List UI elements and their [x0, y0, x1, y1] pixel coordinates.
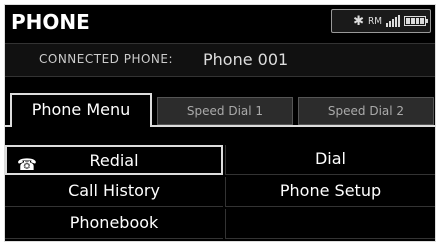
tab-divider-left: [5, 125, 10, 127]
connected-phone-bar: CONNECTED PHONE: Phone 001: [5, 43, 435, 77]
phonebook-label: Phonebook: [69, 213, 159, 232]
phonebook-button[interactable]: Phonebook: [5, 209, 223, 239]
redial-button[interactable]: ☎ Redial: [5, 145, 223, 175]
dial-label: Dial: [314, 149, 346, 168]
tab-speed-dial-2[interactable]: Speed Dial 2: [298, 97, 434, 125]
menu-row: ☎ Redial Dial: [5, 145, 435, 175]
phone-setup-label: Phone Setup: [279, 181, 382, 200]
roaming-indicator: RM: [367, 15, 382, 27]
bluetooth-icon: ✱: [353, 13, 364, 29]
connected-phone-name: Phone 001: [203, 50, 289, 69]
phone-setup-button[interactable]: Phone Setup: [225, 177, 435, 207]
call-history-button[interactable]: Call History: [5, 177, 223, 207]
menu-row: Phonebook: [5, 209, 435, 239]
battery-icon: [404, 16, 428, 26]
tab-bar: Phone Menu Speed Dial 1 Speed Dial 2: [5, 93, 435, 127]
connected-phone-label: CONNECTED PHONE:: [39, 52, 174, 66]
tab-phone-menu[interactable]: Phone Menu: [10, 93, 152, 127]
tab-divider: [152, 125, 435, 127]
page-title: PHONE: [11, 10, 90, 34]
redial-label: Redial: [89, 151, 139, 170]
header-bar: PHONE ✱ RM: [5, 5, 435, 41]
tab-speed-dial-1[interactable]: Speed Dial 1: [157, 97, 293, 125]
signal-icon: [386, 15, 400, 27]
menu-row: Call History Phone Setup: [5, 177, 435, 207]
dial-button[interactable]: Dial: [225, 145, 435, 175]
call-history-label: Call History: [68, 181, 160, 200]
phone-screen: PHONE ✱ RM CONNECTED PHONE: Phone 001 Ph…: [5, 5, 435, 241]
status-indicators: ✱ RM: [331, 9, 431, 33]
phone-handset-icon: ☎: [17, 155, 37, 174]
empty-cell: [225, 209, 435, 239]
